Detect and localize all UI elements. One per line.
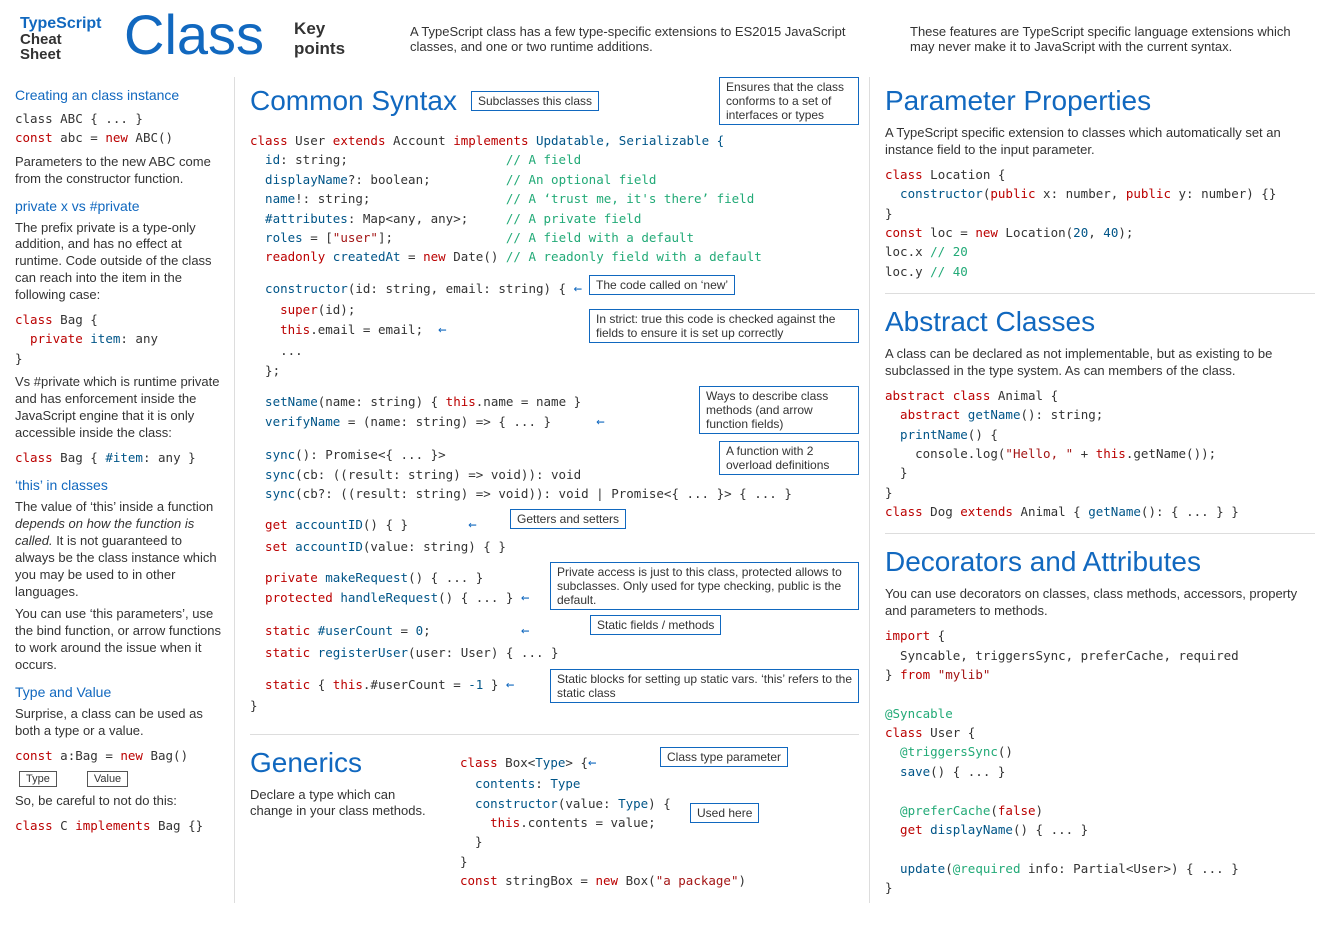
code-decorators: import { Syncable, triggersSync, preferC…: [885, 626, 1315, 897]
callout-static-block: Static blocks for setting up static vars…: [550, 669, 859, 703]
callout-static: Static fields / methods: [590, 615, 721, 635]
callout-usedhere: Used here: [690, 803, 759, 823]
text-typeval-2: So, be careful to not do this:: [15, 793, 224, 810]
text-this-1: The value of ‘this’ inside a function de…: [15, 499, 224, 600]
right-column: Parameter Properties A TypeScript specif…: [885, 77, 1315, 903]
code-bag-hash: class Bag { #item: any }: [15, 448, 224, 467]
heading-this: ‘this’ in classes: [15, 477, 224, 493]
brand-line1: TypeScript: [20, 16, 104, 32]
page-title: Class: [124, 2, 264, 67]
code-accessors: get accountID() { } ← set accountID(valu…: [250, 515, 510, 556]
heading-decorators: Decorators and Attributes: [885, 546, 1315, 578]
code-access-mods: private makeRequest() { ... } protected …: [250, 568, 550, 609]
heading-instance: Creating an class instance: [15, 87, 224, 103]
heading-common: Common Syntax: [250, 85, 457, 117]
box-type: Type: [19, 771, 57, 787]
code-abstract: abstract class Animal { abstract getName…: [885, 386, 1315, 522]
header: TypeScript Cheat Sheet Class Key points …: [0, 0, 1330, 67]
box-value: Value: [87, 771, 128, 787]
callout-conform: Ensures that the class conforms to a set…: [719, 77, 859, 125]
heading-generics: Generics: [250, 747, 440, 779]
callout-strict: In strict: true this code is checked aga…: [589, 309, 859, 343]
brand-line2: Cheat Sheet: [20, 32, 104, 62]
text-typeval-1: Surprise, a class can be used as both a …: [15, 706, 224, 740]
text-generics: Declare a type which can change in your …: [250, 787, 440, 821]
code-constructor: constructor(id: string, email: string) {…: [250, 279, 589, 381]
code-param-props: class Location { constructor(public x: n…: [885, 165, 1315, 281]
callout-ctor: The code called on ‘new’: [589, 275, 735, 295]
code-common-syntax: class User extends Account implements Up…: [250, 131, 859, 267]
text-params: Parameters to the new ABC come from the …: [15, 154, 224, 188]
heading-param-props: Parameter Properties: [885, 85, 1315, 117]
callout-gs: Getters and setters: [510, 509, 626, 529]
text-param-props: A TypeScript specific extension to class…: [885, 125, 1315, 159]
callout-subclass: Subclasses this class: [471, 91, 599, 111]
code-generics: class Box<Type> {← contents: Type constr…: [460, 753, 859, 891]
callout-methods: Ways to describe class methods (and arro…: [699, 386, 859, 434]
heading-typeval: Type and Value: [15, 684, 224, 700]
center-column: Common Syntax Subclasses this class Ensu…: [250, 77, 870, 903]
key-points-text: A TypeScript class has a few type-specif…: [410, 24, 880, 54]
text-this-2: You can use ‘this parameters’, use the b…: [15, 606, 224, 674]
code-typeval: const a:Bag = new Bag(): [15, 746, 224, 765]
logo: TypeScript Cheat Sheet: [20, 16, 104, 62]
left-column: Creating an class instance class ABC { .…: [15, 77, 235, 903]
callout-access: Private access is just to this class, pr…: [550, 562, 859, 610]
callout-classtype: Class type parameter: [660, 747, 788, 767]
key-points-label: Key points: [294, 19, 380, 59]
callout-overload: A function with 2 overload definitions: [719, 441, 859, 475]
code-instance: class ABC { ... } const abc = new ABC(): [15, 109, 224, 148]
text-decorators: You can use decorators on classes, class…: [885, 586, 1315, 620]
text-private-2: Vs #private which is runtime private and…: [15, 374, 224, 442]
code-bag-private: class Bag { private item: any }: [15, 310, 224, 368]
heading-private: private x vs #private: [15, 198, 224, 214]
heading-abstract: Abstract Classes: [885, 306, 1315, 338]
code-static-block: static { this.#userCount = -1 } ← }: [250, 675, 550, 716]
text-abstract: A class can be declared as not implement…: [885, 346, 1315, 380]
text-private-1: The prefix private is a type-only additi…: [15, 220, 224, 304]
code-methods: setName(name: string) { this.name = name…: [250, 392, 699, 433]
header-note: These features are TypeScript specific l…: [910, 24, 1310, 54]
code-typeval-bad: class C implements Bag {}: [15, 816, 224, 835]
code-static: static #userCount = 0; ← static register…: [250, 621, 590, 662]
